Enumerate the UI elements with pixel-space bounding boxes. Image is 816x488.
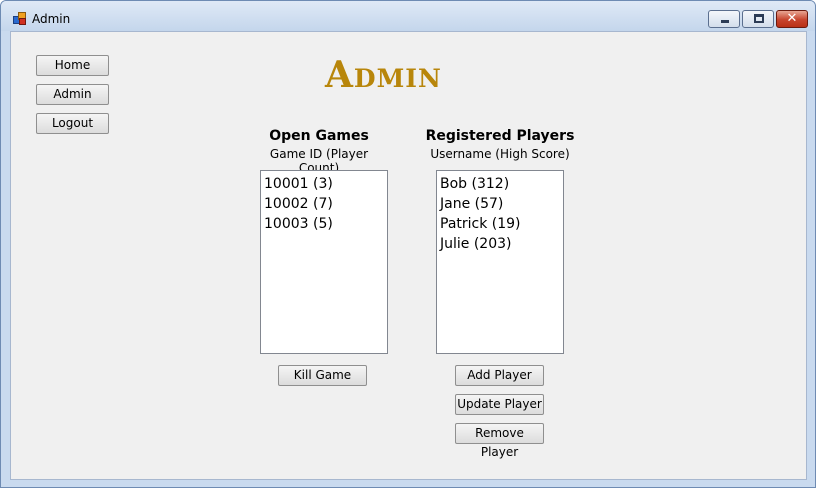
list-item[interactable]: 10001 (3): [264, 174, 384, 194]
client-area: Home Admin Logout Admin Open Games Game …: [10, 31, 807, 480]
registered-players-title: Registered Players: [425, 128, 575, 144]
maximize-icon: [754, 14, 764, 23]
admin-button[interactable]: Admin: [36, 84, 109, 105]
close-button[interactable]: ✕: [776, 10, 808, 28]
kill-game-button[interactable]: Kill Game: [278, 365, 367, 386]
remove-player-button[interactable]: Remove Player: [455, 423, 544, 459]
open-games-list[interactable]: 10001 (3) 10002 (7) 10003 (5): [260, 170, 388, 354]
list-item[interactable]: Julie (203): [440, 234, 560, 254]
list-item[interactable]: 10003 (5): [264, 214, 384, 234]
minimize-icon: [721, 20, 729, 23]
list-item[interactable]: Bob (312): [440, 174, 560, 194]
update-player-button[interactable]: Update Player: [455, 394, 544, 415]
close-icon: ✕: [786, 11, 798, 26]
admin-window: Admin ✕ Home Admin Logout Admin Open Gam…: [0, 0, 816, 488]
open-games-title: Open Games: [269, 128, 369, 144]
registered-players-subtitle: Username (High Score): [430, 147, 570, 161]
list-item[interactable]: 10002 (7): [264, 194, 384, 214]
home-button[interactable]: Home: [36, 55, 109, 76]
window-title: Admin: [32, 12, 71, 26]
title-bar[interactable]: Admin ✕: [1, 1, 815, 31]
registered-players-list[interactable]: Bob (312) Jane (57) Patrick (19) Julie (…: [436, 170, 564, 354]
list-item[interactable]: Jane (57): [440, 194, 560, 214]
app-icon: [13, 12, 26, 25]
add-player-button[interactable]: Add Player: [455, 365, 544, 386]
page-title: Admin: [325, 54, 442, 96]
list-item[interactable]: Patrick (19): [440, 214, 560, 234]
logout-button[interactable]: Logout: [36, 113, 109, 134]
maximize-button[interactable]: [742, 10, 774, 28]
minimize-button[interactable]: [708, 10, 740, 28]
